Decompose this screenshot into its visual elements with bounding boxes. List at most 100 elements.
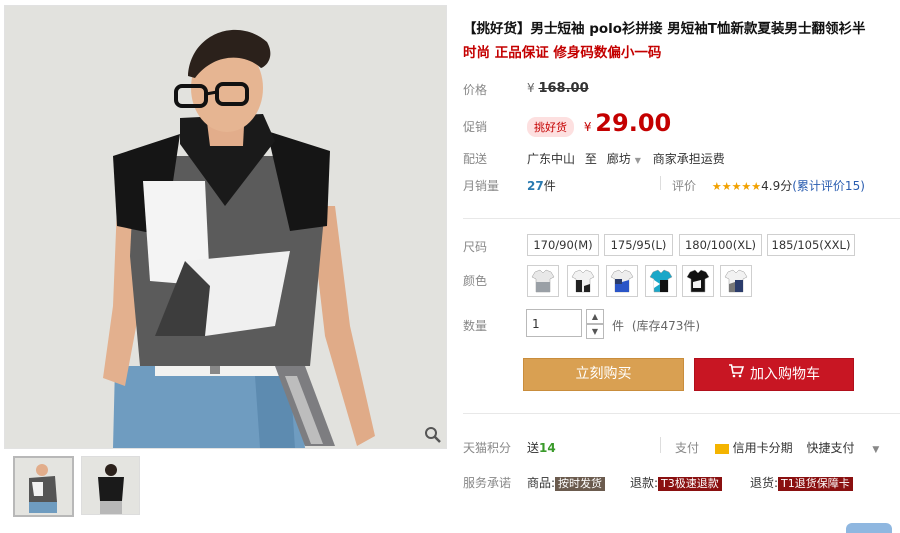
color-swatch-4[interactable] [645, 265, 677, 297]
chevron-down-icon[interactable]: ▼ [872, 445, 879, 455]
color-swatch-1[interactable] [527, 265, 559, 297]
color-label-text: 颜色 [463, 274, 488, 288]
size-label: 尺码 [463, 238, 487, 255]
service-return-badge[interactable]: T1退货保障卡 [778, 477, 853, 491]
shipping-fee: 商家承担运费 [652, 152, 725, 166]
payment-label: 支付 [675, 441, 700, 455]
promo-price-row: 挑好货 ¥ 29.00 [527, 109, 671, 137]
points-label-text: 天猫积分 [463, 441, 512, 455]
service-goods-label: 商品: [527, 476, 556, 490]
shipping-from: 广东中山 [527, 152, 576, 166]
price-section-divider [463, 218, 900, 219]
zoom-icon[interactable] [424, 426, 442, 444]
service-label: 服务承诺 [463, 474, 511, 491]
color-swatch-5[interactable] [682, 265, 714, 297]
chevron-down-icon: ▼ [591, 327, 599, 336]
service-return-label: 退货: [750, 476, 779, 490]
original-price-value: 168.00 [538, 81, 589, 96]
buy-now-button[interactable]: 立刻购买 [523, 358, 684, 391]
shipping-label-text: 配送 [463, 152, 488, 166]
thumbnail-front[interactable] [13, 456, 74, 517]
promo-price-value: 29.00 [595, 109, 672, 137]
main-product-image[interactable] [4, 5, 447, 449]
sales-count: 27件 [527, 177, 556, 194]
rating-label: 评价 [672, 179, 697, 193]
shipping-label: 配送 [463, 150, 487, 167]
sales-count-value: 27 [527, 179, 544, 193]
size-label-text: 尺码 [463, 240, 488, 254]
points-amount: 14 [539, 441, 556, 455]
add-to-cart-button[interactable]: 加入购物车 [694, 358, 854, 391]
color-label: 颜色 [463, 272, 487, 289]
size-option-xxl[interactable]: 185/105(XXL) [767, 234, 855, 256]
promo-label: 促销 [463, 118, 487, 135]
chevron-down-icon: ▼ [634, 156, 641, 165]
actions-divider [463, 413, 900, 414]
shipping-row: 广东中山 至 廊坊 ▼ 商家承担运费 [527, 150, 725, 167]
points-label: 天猫积分 [463, 439, 511, 456]
service-label-text: 服务承诺 [463, 476, 512, 490]
product-subtitle: 时尚 正品保证 修身码数偏小一码 [463, 45, 662, 61]
shirt-icon [724, 269, 748, 293]
cart-icon [728, 359, 745, 390]
fast-pay-option[interactable]: 快捷支付 [807, 441, 855, 455]
sales-label-text: 月销量 [463, 179, 500, 193]
model-photo [5, 6, 446, 448]
shipping-to-select[interactable]: 廊坊 ▼ [607, 152, 641, 166]
quantity-input[interactable]: 1 [526, 309, 582, 337]
service-refund-badge[interactable]: T3极速退款 [658, 477, 722, 491]
thumbnail-front-image [15, 458, 70, 513]
promo-label-text: 促销 [463, 120, 488, 134]
product-title: 【挑好货】男士短袖 polo衫拼接 男短袖T恤新款夏装男士翻领衫半 [463, 21, 866, 37]
quantity-label-text: 数量 [463, 319, 488, 333]
thumbnail-back[interactable] [81, 456, 140, 515]
promo-tag: 挑好货 [527, 117, 574, 137]
shipping-to: 廊坊 [606, 152, 631, 166]
service-refund-label: 退款: [630, 476, 659, 490]
rating-row[interactable]: 评价 ★★★★★4.9分(累计评价15) [672, 177, 865, 194]
shirt-icon [571, 269, 595, 293]
shipping-to-word: 至 [584, 152, 597, 166]
service-refund: 退款: T3极速退款 [630, 474, 722, 491]
credit-card-icon [714, 443, 729, 454]
service-return: 退货: T1退货保障卡 [750, 474, 853, 491]
quantity-unit: 件 [612, 319, 625, 333]
promo-currency: ¥ [583, 120, 592, 134]
color-swatch-2[interactable] [567, 265, 599, 297]
price-label: 价格 [463, 83, 488, 97]
divider [660, 437, 661, 453]
selected-indicator-icon [41, 456, 51, 458]
quantity-increase-button[interactable]: ▲ [586, 309, 604, 324]
shirt-icon [610, 269, 634, 293]
size-option-l[interactable]: 175/95(L) [604, 234, 673, 256]
stock-count: (库存473件) [631, 319, 701, 333]
quantity-label: 数量 [463, 317, 487, 334]
currency-symbol: ¥ [527, 81, 535, 95]
points-send: 送 [527, 441, 540, 455]
service-goods: 商品: 按时发货 [527, 474, 606, 491]
size-option-m[interactable]: 170/90(M) [527, 234, 599, 256]
rating-score: 4.9分 [761, 179, 793, 193]
size-option-xl[interactable]: 180/100(XL) [679, 234, 762, 256]
shirt-icon [686, 269, 710, 293]
thumbnail-back-image [82, 457, 139, 514]
price-row: 价格 [463, 81, 487, 98]
credit-installment-option[interactable]: 信用卡分期 [733, 441, 793, 455]
feedback-tab[interactable] [846, 523, 892, 533]
add-to-cart-label: 加入购物车 [750, 366, 820, 383]
sales-count-unit: 件 [543, 179, 556, 193]
shirt-icon [649, 269, 673, 293]
quantity-decrease-button[interactable]: ▼ [586, 324, 604, 339]
points-value: 送14 [527, 439, 556, 456]
divider [660, 176, 661, 190]
color-swatch-3[interactable] [606, 265, 638, 297]
service-goods-badge[interactable]: 按时发货 [555, 477, 606, 491]
chevron-up-icon: ▲ [591, 312, 599, 321]
sales-label: 月销量 [463, 177, 499, 194]
shirt-icon [531, 269, 555, 293]
payment-row: 支付 信用卡分期 快捷支付 ▼ [675, 439, 879, 456]
rating-reviews-link[interactable]: (累计评价15) [792, 179, 865, 193]
rating-stars-icon: ★★★★★ [711, 180, 762, 193]
color-swatch-6[interactable] [720, 265, 752, 297]
stock-info: 件 (库存473件) [612, 317, 700, 334]
